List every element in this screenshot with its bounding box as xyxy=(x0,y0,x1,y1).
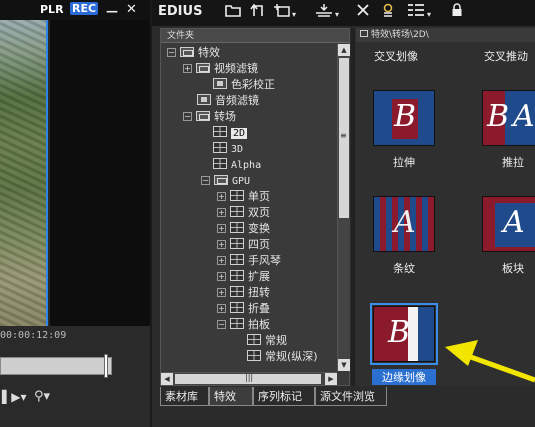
annotation-arrow-icon xyxy=(445,340,535,383)
